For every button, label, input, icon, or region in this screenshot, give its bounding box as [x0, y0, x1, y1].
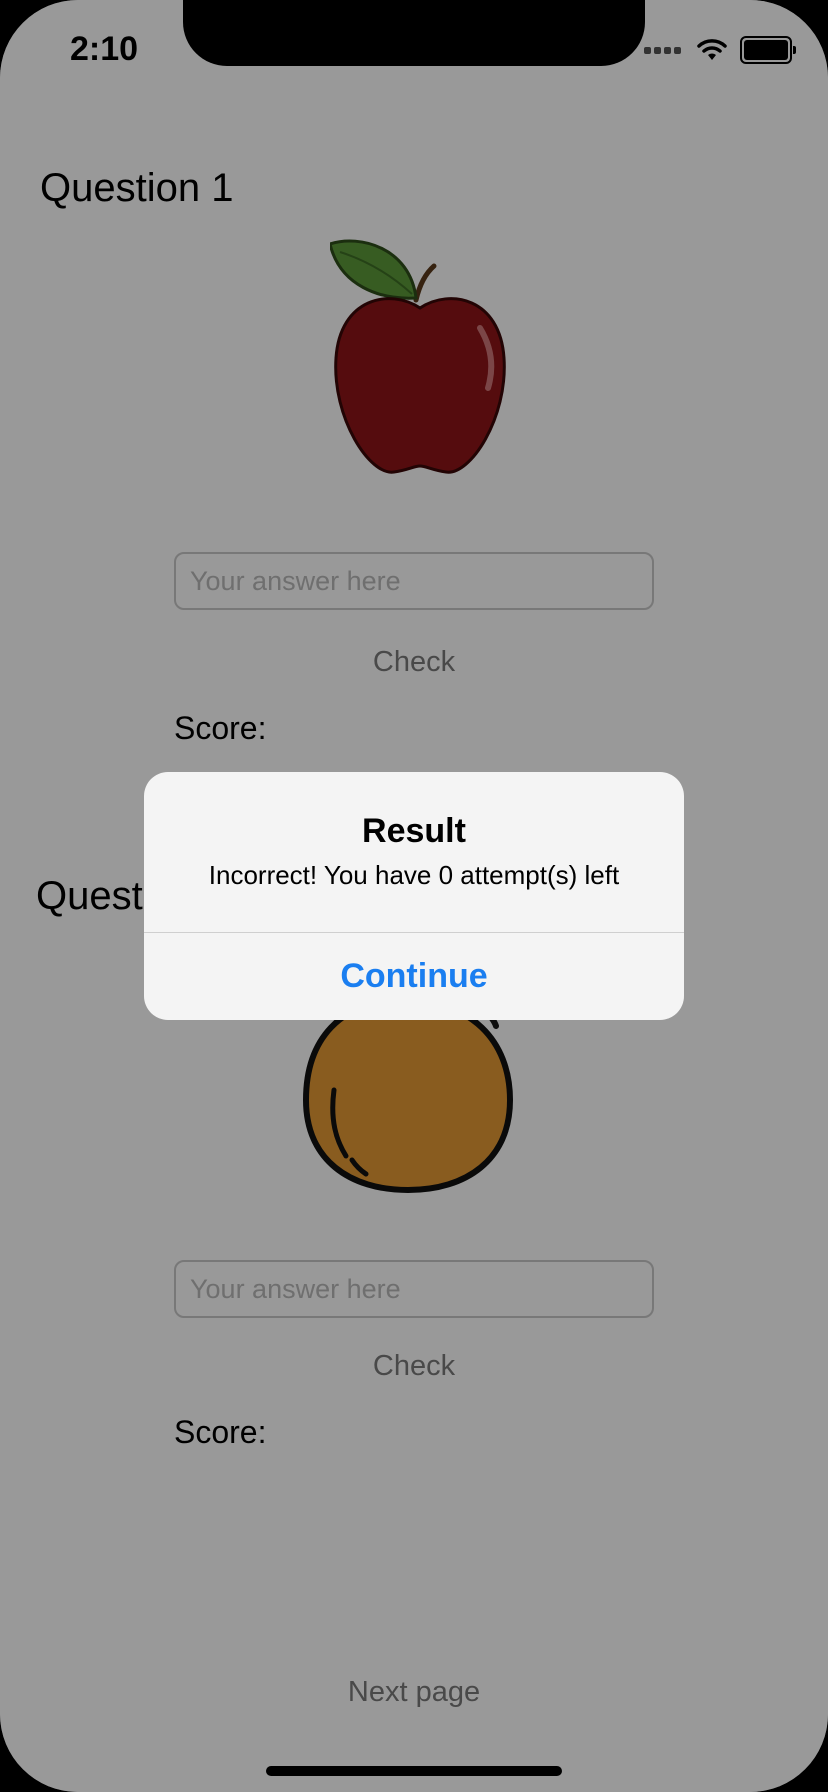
continue-button[interactable]: Continue	[144, 933, 684, 1020]
home-indicator[interactable]	[266, 1766, 562, 1776]
phone-screen: Question 1 Check Score: Question 2 Check…	[0, 0, 828, 1792]
result-alert: Result Incorrect! You have 0 attempt(s) …	[144, 772, 684, 1020]
alert-title: Result	[362, 812, 466, 850]
alert-message: Incorrect! You have 0 attempt(s) left	[208, 860, 620, 890]
